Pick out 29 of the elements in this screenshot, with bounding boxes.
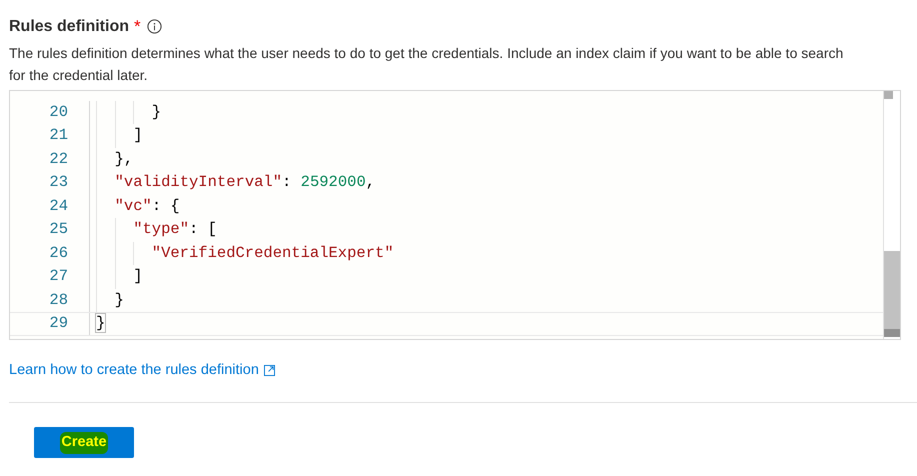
code-line: ]	[133, 125, 142, 146]
line-number: 29	[48, 313, 69, 334]
external-link-icon	[264, 364, 275, 376]
code-line: ]	[133, 266, 142, 288]
create-button[interactable]: Create	[34, 427, 134, 458]
required-mark: *	[134, 16, 141, 38]
code-line: }	[114, 290, 124, 311]
learn-more-link[interactable]: Learn how to create the rules definition	[9, 360, 259, 382]
line-number: 22	[48, 148, 69, 170]
scrollbar[interactable]	[883, 90, 900, 338]
info-icon[interactable]	[146, 19, 162, 34]
code-line: },	[114, 148, 134, 170]
code-editor[interactable]: 20 } 21 ] 22 }, 23 "validityInterval": 2592000, 24 "vc": { 25 "type": [ 26 "VerifiedCredentialExpert" 27 ] 28 } 29 }	[9, 90, 901, 340]
code-line: }	[96, 313, 106, 334]
line-number: 23	[48, 172, 69, 194]
line-number: 24	[48, 196, 69, 217]
line-number: 20	[48, 102, 69, 123]
field-label: Rules definition	[9, 16, 129, 37]
line-number: 25	[48, 219, 69, 240]
code-line: "validityInterval": 2592000,	[114, 172, 376, 194]
line-number: 26	[48, 242, 69, 264]
code-line: "VerifiedCredentialExpert"	[152, 242, 394, 264]
line-number: 27	[48, 266, 69, 288]
code-line: "vc": {	[114, 196, 180, 217]
field-description: The rules definition determines what the user needs to do to get the credentials. Include an index claim if you want to be able to search for the credential later.	[9, 44, 844, 84]
line-number: 21	[48, 125, 69, 146]
code-line: "type": [	[133, 219, 217, 240]
code-line: }	[152, 102, 162, 123]
line-number: 28	[48, 290, 69, 311]
